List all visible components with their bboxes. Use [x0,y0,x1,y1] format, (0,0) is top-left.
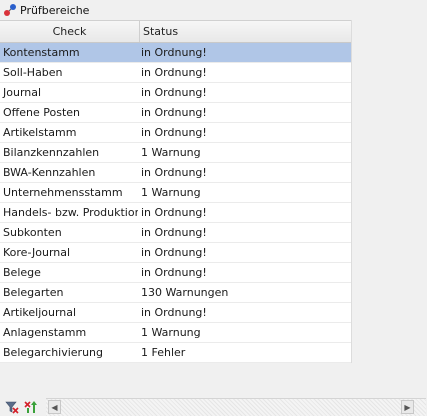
status-cell: in Ordnung! [141,46,207,59]
status-cell: in Ordnung! [141,206,207,219]
status-cell: in Ordnung! [141,126,207,139]
column-header-status[interactable]: Status [140,21,351,42]
horizontal-scrollbar[interactable]: ◀ ▶ [46,398,426,416]
table-row[interactable]: Handels- bzw. Produktion… in Ordnung! [0,203,351,223]
check-table: Check Status Kontenstamm in Ordnung! Soll-… [0,20,352,363]
status-cell: 1 Warnung [141,326,201,339]
table-row[interactable]: Offene Posten in Ordnung! [0,103,351,123]
table-row[interactable]: Belege in Ordnung! [0,263,351,283]
status-cell: in Ordnung! [141,106,207,119]
check-cell: Unternehmensstamm [3,186,123,199]
table-row[interactable]: Belegarchivierung 1 Fehler [0,343,351,363]
scroll-right-button[interactable]: ▶ [401,400,414,414]
status-cell: in Ordnung! [141,226,207,239]
check-cell: BWA-Kennzahlen [3,166,96,179]
pruefbereiche-icon [3,3,17,17]
status-cell: 130 Warnungen [141,286,229,299]
table-row[interactable]: Kore-Journal in Ordnung! [0,243,351,263]
table-row[interactable]: Unternehmensstamm 1 Warnung [0,183,351,203]
table-row[interactable]: Artikeljournal in Ordnung! [0,303,351,323]
check-cell: Offene Posten [3,106,80,119]
panel-title: Prüfbereiche [20,3,90,17]
table-row[interactable]: Belegarten 130 Warnungen [0,283,351,303]
column-header-check[interactable]: Check [0,21,140,42]
check-cell: Journal [3,86,42,99]
status-cell: in Ordnung! [141,166,207,179]
table-header: Check Status [0,20,351,43]
check-cell: Handels- bzw. Produktion… [3,206,138,219]
check-cell: Anlagenstamm [3,326,87,339]
status-cell: in Ordnung! [141,266,207,279]
check-cell: Soll-Haben [3,66,63,79]
table-row[interactable]: BWA-Kennzahlen in Ordnung! [0,163,351,183]
filter-clear-icon[interactable] [3,398,20,415]
table-row[interactable]: Kontenstamm in Ordnung! [0,43,351,63]
pruefbereiche-panel: Prüfbereiche Check Status Kontenstamm in … [0,0,427,416]
status-cell: 1 Warnung [141,146,201,159]
scroll-left-button[interactable]: ◀ [48,400,61,414]
check-cell: Artikelstamm [3,126,77,139]
check-cell: Bilanzkennzahlen [3,146,100,159]
status-cell: in Ordnung! [141,246,207,259]
sort-toggle-icon[interactable] [23,398,40,415]
table-row[interactable]: Bilanzkennzahlen 1 Warnung [0,143,351,163]
panel-titlebar: Prüfbereiche [0,0,427,20]
table-row[interactable]: Artikelstamm in Ordnung! [0,123,351,143]
check-cell: Artikeljournal [3,306,77,319]
check-cell: Belegarchivierung [3,346,103,359]
check-cell: Subkonten [3,226,62,239]
status-cell: in Ordnung! [141,66,207,79]
check-cell: Kore-Journal [3,246,71,259]
status-cell: 1 Warnung [141,186,201,199]
status-cell: in Ordnung! [141,86,207,99]
table-row[interactable]: Soll-Haben in Ordnung! [0,63,351,83]
status-cell: in Ordnung! [141,306,207,319]
check-cell: Belege [3,266,41,279]
table-row[interactable]: Journal in Ordnung! [0,83,351,103]
check-cell: Kontenstamm [3,46,80,59]
table-row[interactable]: Subkonten in Ordnung! [0,223,351,243]
check-cell: Belegarten [3,286,64,299]
status-cell: 1 Fehler [141,346,186,359]
table-row[interactable]: Anlagenstamm 1 Warnung [0,323,351,343]
table-body: Kontenstamm in Ordnung! Soll-Haben in Ordnu… [0,43,351,363]
